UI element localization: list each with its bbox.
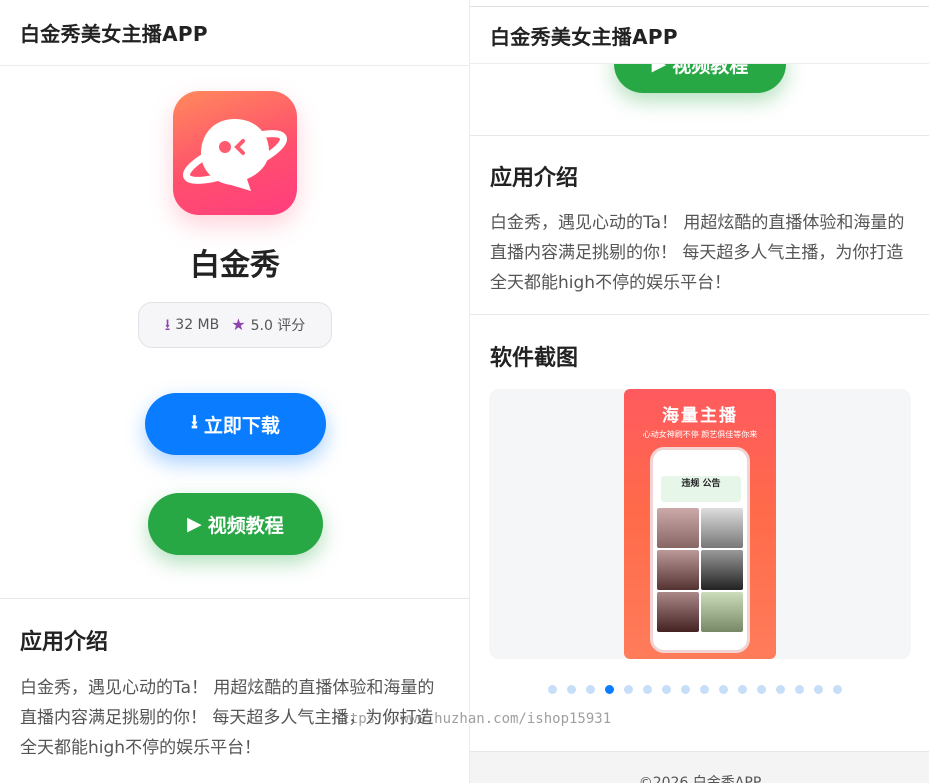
- app-name: 白金秀: [190, 248, 280, 283]
- divider: [470, 135, 929, 136]
- carousel-dot[interactable]: [757, 685, 766, 694]
- footer-text: ©2026 白金秀APP: [638, 775, 762, 783]
- carousel-dot[interactable]: [814, 685, 823, 694]
- carousel-dot[interactable]: [719, 685, 728, 694]
- download-button[interactable]: ⭳ 立即下载: [145, 393, 326, 455]
- header-bar: 白金秀美女主播APP: [0, 0, 469, 66]
- phone-mockup: 违规 公告: [650, 447, 750, 653]
- rating-value: 5.0 评分: [250, 318, 306, 334]
- carousel-dot[interactable]: [700, 685, 709, 694]
- page-title: 白金秀美女主播APP: [20, 22, 208, 46]
- intro-text: 白金秀，遇见心动的Ta！ 用超炫酷的直播体验和海量的直播内容满足挑剔的你！ 每天…: [490, 213, 905, 293]
- carousel-dot[interactable]: [776, 685, 785, 694]
- download-label: 立即下载: [203, 414, 280, 437]
- anchor-thumbnail: [701, 508, 743, 548]
- download-icon: ⭳: [164, 315, 171, 334]
- carousel-dot[interactable]: [662, 685, 671, 694]
- app-icon: [173, 91, 297, 215]
- right-page-view: ▶ 视频教程 白金秀美女主播APP 应用介绍 白金秀，遇见心动的Ta！ 用超炫酷…: [469, 0, 929, 783]
- star-icon: ★: [231, 315, 246, 334]
- size-info: ⭳ 32 MB: [164, 315, 220, 334]
- anchor-thumbnail: [657, 550, 699, 590]
- rating-info: ★ 5.0 评分: [231, 315, 305, 335]
- shot-subtitle: 心动女神刷不停 颜艺俱佳等你来: [642, 430, 758, 439]
- notice-banner: 违规 公告: [661, 476, 741, 502]
- download-icon: ⭳: [191, 411, 198, 433]
- header-bar: 白金秀美女主播APP: [470, 6, 929, 64]
- video-tutorial-button[interactable]: ▶ 视频教程: [148, 493, 323, 555]
- anchor-thumbnail: [657, 508, 699, 548]
- carousel-dot[interactable]: [643, 685, 652, 694]
- intro-title: 应用介绍: [490, 166, 579, 191]
- divider: [470, 314, 929, 315]
- carousel-dot[interactable]: [605, 685, 614, 694]
- screenshot-image[interactable]: 海量主播 心动女神刷不停 颜艺俱佳等你来 违规 公告: [624, 389, 776, 659]
- anchor-thumbnail: [701, 550, 743, 590]
- anchor-thumbnail: [701, 592, 743, 632]
- carousel-dot[interactable]: [795, 685, 804, 694]
- divider: [0, 598, 469, 599]
- carousel-dot[interactable]: [833, 685, 842, 694]
- anchor-thumbnail: [657, 592, 699, 632]
- size-value: 32 MB: [175, 317, 220, 333]
- app-meta: ⭳ 32 MB ★ 5.0 评分: [138, 302, 332, 348]
- left-page-view: 白金秀美女主播APP 白金秀 ⭳ 32 MB ★ 5.0 评分 ⭳ 立即下载 ▶…: [0, 0, 470, 783]
- footer: ©2026 白金秀APP: [470, 751, 929, 783]
- carousel-dot[interactable]: [624, 685, 633, 694]
- play-icon: ▶: [187, 513, 202, 535]
- page-title: 白金秀美女主播APP: [490, 24, 678, 49]
- carousel-dot[interactable]: [681, 685, 690, 694]
- video-label: 视频教程: [207, 514, 284, 537]
- intro-title: 应用介绍: [20, 630, 109, 655]
- screenshots-title: 软件截图: [490, 346, 579, 371]
- carousel-dot[interactable]: [586, 685, 595, 694]
- watermark: https://www.huzhan.com/ishop15931: [333, 711, 612, 727]
- planet-chat-icon: [183, 119, 287, 191]
- shot-title: 海量主播: [662, 406, 738, 426]
- carousel-dots: [548, 685, 842, 694]
- carousel-dot[interactable]: [567, 685, 576, 694]
- carousel-dot[interactable]: [738, 685, 747, 694]
- carousel-dot[interactable]: [548, 685, 557, 694]
